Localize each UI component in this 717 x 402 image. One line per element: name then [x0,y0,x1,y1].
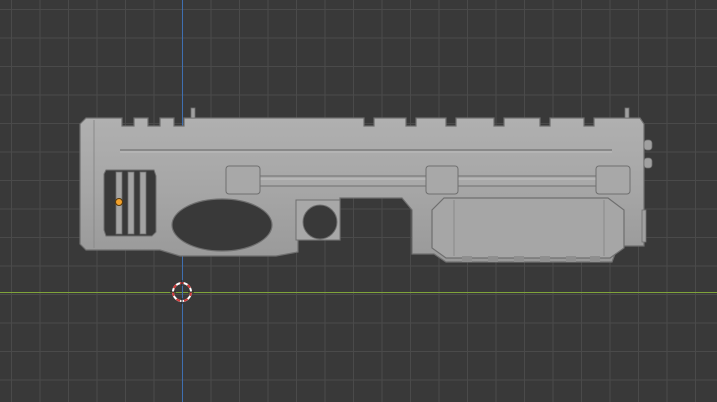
front-sight-pin [624,107,630,119]
barrel-shroud [431,197,625,259]
3d-viewport[interactable] [0,0,717,402]
rail-block-3 [595,165,631,195]
trigger-circle-cutout [302,204,338,240]
rifle-mesh[interactable] [0,0,717,402]
rear-sight-pin [190,107,196,119]
grip-bar-2 [127,171,135,235]
rail-block-2 [425,165,459,195]
3d-cursor-icon[interactable] [170,280,194,304]
rail-block-1 [225,165,261,195]
grip-bar-3 [139,171,147,235]
object-origin-icon[interactable] [115,198,123,206]
trigger-oval-cutout [171,198,273,252]
